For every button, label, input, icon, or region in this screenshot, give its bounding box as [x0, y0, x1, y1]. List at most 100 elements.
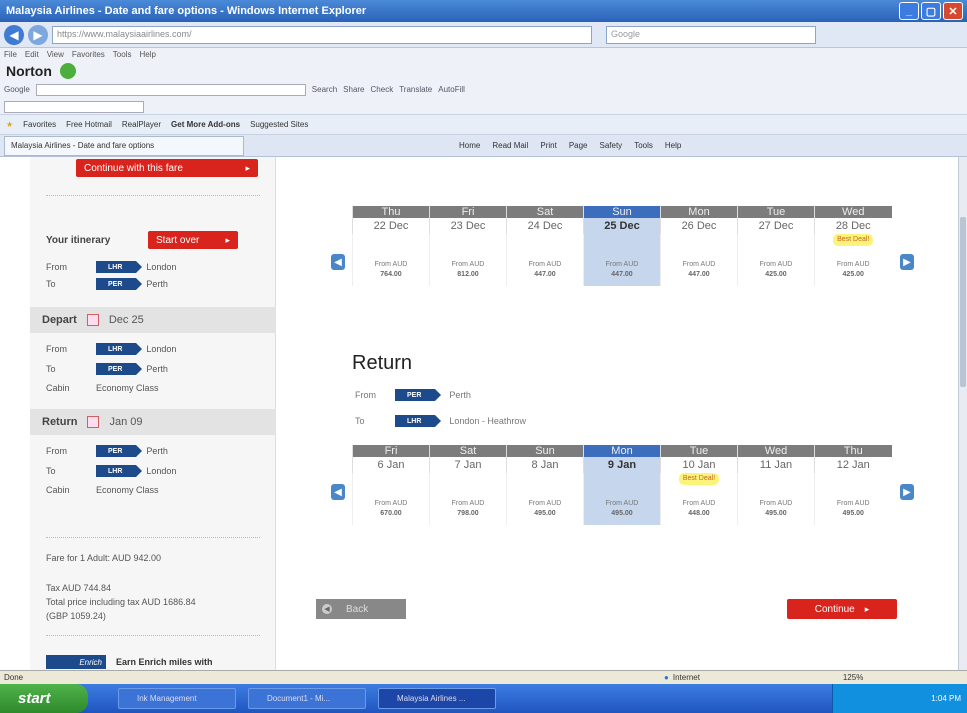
fare-cell[interactable]: From AUD 798.00 [429, 473, 507, 525]
day-of-week: Mon [583, 445, 661, 457]
fare-cell[interactable]: From AUD 812.00 [429, 234, 507, 286]
google-tool-translate[interactable]: Translate [399, 85, 432, 94]
norton-label[interactable]: Norton [6, 63, 52, 79]
fare-cell[interactable]: From AUD 495.00 [506, 473, 584, 525]
fare-cell[interactable]: From AUD 495.00 [737, 473, 815, 525]
maximize-button[interactable]: ▢ [921, 2, 941, 20]
fav-link-hotmail[interactable]: Free Hotmail [66, 120, 112, 129]
fav-link-realplayer[interactable]: RealPlayer [122, 120, 161, 129]
date-cell[interactable]: 24 Dec [506, 218, 584, 234]
date-cell[interactable]: 9 Jan [583, 457, 661, 473]
cmd-read-mail[interactable]: Read Mail [492, 141, 528, 150]
close-button[interactable]: ✕ [943, 2, 963, 20]
fare-cell[interactable]: From AUD 425.00 [737, 234, 815, 286]
minimize-button[interactable]: _ [899, 2, 919, 20]
menu-file[interactable]: File [4, 50, 17, 59]
cmd-print[interactable]: Print [540, 141, 556, 150]
vertical-scrollbar[interactable] [958, 157, 967, 670]
cmd-safety[interactable]: Safety [600, 141, 623, 150]
day-of-week: Sat [506, 206, 584, 218]
date-cell[interactable]: 12 Jan [814, 457, 892, 473]
fare-cell[interactable]: From AUD 447.00 [583, 234, 661, 286]
to-label: To [46, 364, 56, 374]
day-of-week: Wed [814, 206, 892, 218]
fare-cell[interactable]: From AUD 495.00 [583, 473, 661, 525]
start-over-button[interactable]: Start over ▸ [148, 231, 238, 249]
continue-with-fare-button[interactable]: Continue with this fare ▸ [76, 159, 258, 177]
next-week-return-button[interactable]: ▶ [900, 484, 914, 500]
continue-button[interactable]: Continue ▸ [787, 599, 897, 619]
task-malaysia-airlines[interactable]: Malaysia Airlines ... [378, 688, 496, 709]
date-cell[interactable]: 11 Jan [737, 457, 815, 473]
cmd-help[interactable]: Help [665, 141, 681, 150]
fare-cell[interactable]: From AUD 764.00 [352, 234, 430, 286]
prev-week-return-button[interactable]: ◀ [331, 484, 345, 500]
fare-price: 448.00 [688, 510, 710, 517]
search-box-2[interactable] [4, 100, 144, 113]
date-cell[interactable]: 23 Dec [429, 218, 507, 234]
start-button[interactable]: start [0, 684, 88, 713]
fav-link-suggested[interactable]: Suggested Sites [250, 120, 308, 129]
status-text: Done [4, 673, 24, 682]
day-of-week: Tue [660, 445, 738, 457]
favorites-bar: ★ Favorites Free Hotmail RealPlayer Get … [0, 115, 967, 135]
date-cell[interactable]: 7 Jan [429, 457, 507, 473]
best-deal-badge: Best Deal! [833, 234, 874, 246]
airport-code-badge: PER [96, 363, 143, 375]
fare-cell[interactable]: Best Deal! From AUD 448.00 [660, 473, 738, 525]
date-cell[interactable]: 28 Dec [814, 218, 892, 234]
norton-icon[interactable] [59, 63, 76, 79]
fare-cell[interactable]: Best Deal! From AUD 425.00 [814, 234, 892, 286]
menu-help[interactable]: Help [139, 50, 155, 59]
zoom-level[interactable]: 125% [843, 673, 863, 682]
menu-tools[interactable]: Tools [113, 50, 132, 59]
fare-cell[interactable]: From AUD 447.00 [506, 234, 584, 286]
date-cell[interactable]: 6 Jan [352, 457, 430, 473]
date-cell[interactable]: 25 Dec [583, 218, 661, 234]
to-label: To [355, 416, 365, 426]
date-cell[interactable]: 8 Jan [506, 457, 584, 473]
back-nav-button[interactable]: ◀ [4, 24, 24, 45]
google-tool-autofill[interactable]: AutoFill [438, 85, 465, 94]
menu-edit[interactable]: Edit [25, 50, 39, 59]
airport-code-badge: PER [96, 278, 143, 290]
date-cell[interactable]: 10 Jan [660, 457, 738, 473]
favorites-star-icon[interactable]: ★ [6, 120, 13, 129]
forward-nav-button[interactable]: ▶ [28, 24, 48, 45]
cabin-value: Economy Class [96, 383, 159, 393]
google-search-box[interactable] [35, 83, 306, 96]
browser-search-input[interactable]: Google [606, 25, 816, 44]
task-document[interactable]: Document1 - Mi... [248, 688, 366, 709]
cmd-tools[interactable]: Tools [634, 141, 653, 150]
enrich-logo[interactable]: Enrich [46, 655, 106, 669]
city-name: Perth [146, 364, 168, 374]
fav-link-addons[interactable]: Get More Add-ons [171, 120, 240, 129]
date-cell[interactable]: 27 Dec [737, 218, 815, 234]
prev-week-outbound-button[interactable]: ◀ [331, 254, 345, 270]
date-cell[interactable]: 26 Dec [660, 218, 738, 234]
fare-cell[interactable]: From AUD 447.00 [660, 234, 738, 286]
cabin-value: Economy Class [96, 485, 159, 495]
google-label: Google [4, 85, 30, 94]
cmd-home[interactable]: Home [459, 141, 480, 150]
menu-view[interactable]: View [47, 50, 64, 59]
fare-cell[interactable]: From AUD 495.00 [814, 473, 892, 525]
address-bar[interactable]: https://www.malaysiaairlines.com/ [52, 25, 592, 44]
back-button[interactable]: ◀ Back [316, 599, 406, 619]
itinerary-from-row: From LHR London [46, 261, 176, 273]
date-cell[interactable]: 22 Dec [352, 218, 430, 234]
google-tool-search[interactable]: Search [312, 85, 337, 94]
fare-cell[interactable]: From AUD 670.00 [352, 473, 430, 525]
task-ink-management[interactable]: Ink Management [118, 688, 236, 709]
from-label: From AUD [374, 261, 408, 268]
scrollbar-thumb[interactable] [960, 217, 966, 387]
menu-favorites[interactable]: Favorites [72, 50, 105, 59]
cmd-page[interactable]: Page [569, 141, 588, 150]
next-week-outbound-button[interactable]: ▶ [900, 254, 914, 270]
from-label: From [46, 344, 67, 354]
google-tool-share[interactable]: Share [343, 85, 364, 94]
google-tool-check[interactable]: Check [371, 85, 394, 94]
favorites-label[interactable]: Favorites [23, 120, 56, 129]
from-label: From AUD [759, 261, 793, 268]
browser-tab[interactable]: Malaysia Airlines - Date and fare option… [4, 135, 244, 156]
